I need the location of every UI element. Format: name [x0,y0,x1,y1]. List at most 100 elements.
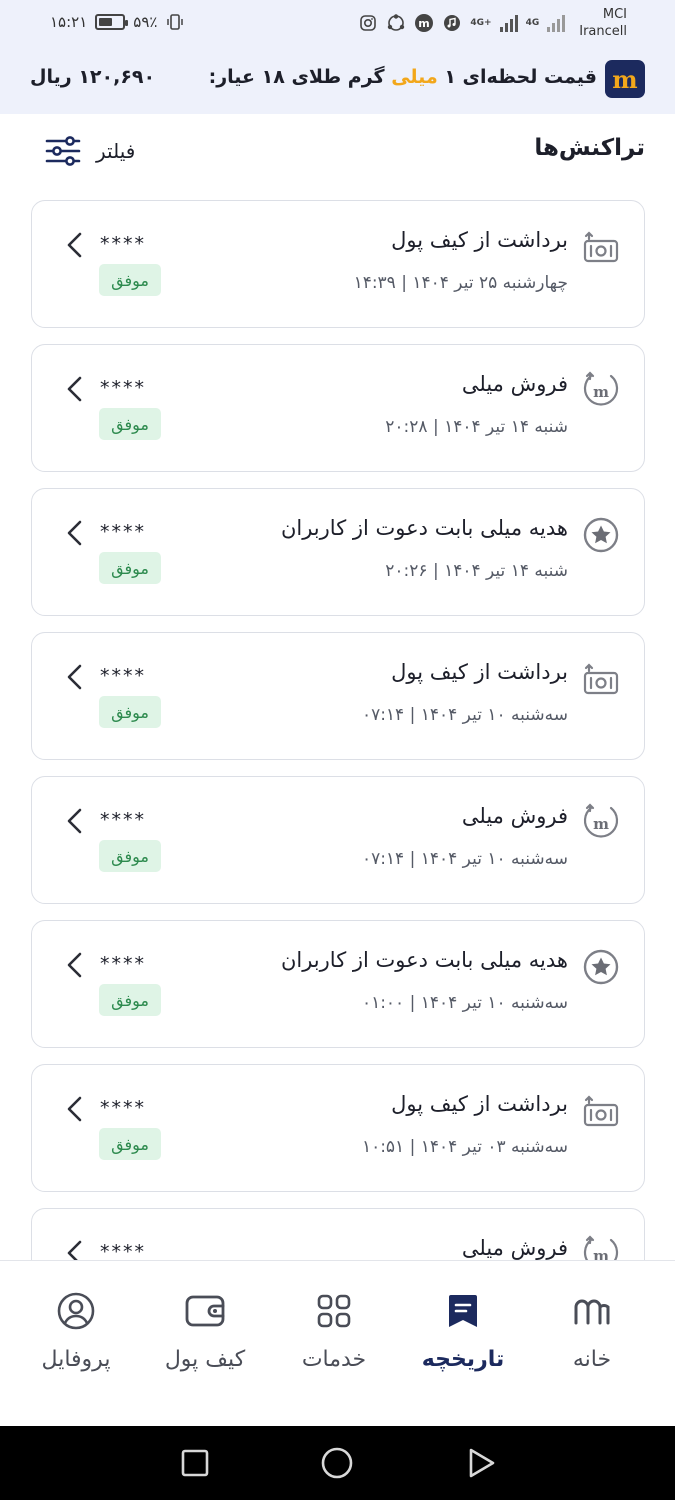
recent-apps-button[interactable] [178,1446,212,1480]
transaction-title: فروش میلی [461,804,568,828]
carrier-1: MCI [602,7,627,22]
svg-text:m: m [593,815,609,833]
transaction-title: برداشت از کیف پول [391,1092,568,1116]
transaction-amount: **** [100,953,146,975]
mili-app-icon: m [414,13,434,33]
chevron-left-icon[interactable] [64,951,86,979]
home-logo-icon [570,1289,614,1333]
transaction-date: شنبه ۱۴ تیر ۱۴۰۴ | ۲۰:۲۶ [385,561,568,581]
carrier-names: MCI Irancell [579,6,627,40]
status-badge: موفق [99,696,161,728]
transaction-title: هدیه میلی بابت دعوت از کاربران [280,948,568,972]
nav-label: تاریخچه [421,1347,505,1372]
battery-percent: ۵۹٪ [133,13,158,31]
status-badge: موفق [99,1128,161,1160]
battery-icon [95,14,129,30]
transaction-date: سه‌شنبه ۰۳ تیر ۱۴۰۴ | ۱۰:۵۱ [361,1137,568,1157]
gold-price-banner[interactable]: m قیمت لحظه‌ای ۱ میلی گرم طلای ۱۸ عیار: … [0,48,675,114]
svg-text:m: m [419,17,430,30]
instagram-icon [358,13,378,33]
chevron-left-icon[interactable] [64,1095,86,1123]
services-grid-icon [312,1289,356,1333]
cash-withdraw-icon [580,226,622,268]
chevron-left-icon[interactable] [64,519,86,547]
status-badge: موفق [99,552,161,584]
page-title: تراکنش‌ها [534,135,645,161]
transaction-amount: **** [100,1097,146,1119]
filter-button[interactable]: فیلتر [44,132,135,170]
vibrate-icon [165,12,185,32]
transaction-card[interactable]: برداشت از کیف پول چهارشنبه ۲۵ تیر ۱۴۰۴ | … [31,200,645,328]
logo-letter: m [612,64,638,94]
transaction-title: فروش میلی [461,1236,568,1260]
chevron-left-icon[interactable] [64,807,86,835]
network-type-1: 4G+ [470,17,492,28]
clock: ۱۵:۲۱ [50,13,88,31]
nav-item-home-logo[interactable]: خانه [539,1289,645,1372]
chevron-left-icon[interactable] [64,231,86,259]
home-button[interactable] [320,1446,354,1480]
back-button[interactable] [464,1446,498,1480]
mili-logo-icon: m [605,60,645,98]
status-badge: موفق [99,408,161,440]
transaction-amount: **** [100,809,146,831]
transaction-card[interactable]: برداشت از کیف پول سه‌شنبه ۱۰ تیر ۱۴۰۴ | ۰… [31,632,645,760]
chevron-left-icon[interactable] [64,375,86,403]
status-badge: موفق [99,984,161,1016]
svg-text:m: m [593,383,609,401]
transaction-title: هدیه میلی بابت دعوت از کاربران [280,516,568,540]
transaction-title: فروش میلی [461,372,568,396]
star-gift-icon [580,514,622,556]
nav-item-history[interactable]: تاریخچه [410,1289,516,1372]
transaction-list[interactable]: برداشت از کیف پول چهارشنبه ۲۵ تیر ۱۴۰۴ | … [31,200,645,1260]
price-label-end: گرم طلای ۱۸ عیار: [208,66,392,88]
star-gift-icon [580,946,622,988]
transaction-date: سه‌شنبه ۱۰ تیر ۱۴۰۴ | ۰۷:۱۴ [361,849,568,869]
mili-sell-icon: m [580,1234,622,1260]
carrier-2: Irancell [579,24,627,39]
nav-label: خانه [572,1347,612,1372]
filter-sliders-icon [44,132,82,170]
nav-label: پروفایل [41,1347,111,1372]
transaction-amount: **** [100,665,146,687]
bottom-navigation: خانه تاریخچه خدمات کیف پول پروفایل [0,1260,675,1426]
nav-item-profile[interactable]: پروفایل [23,1289,129,1372]
status-left: ۱۵:۲۱ ۵۹٪ [50,12,185,32]
transaction-amount: **** [100,1241,146,1260]
signal-strength-icon [499,14,518,32]
transaction-amount: **** [100,521,146,543]
chevron-left-icon[interactable] [64,663,86,691]
price-value: ۱۲۰,۶۹۰ ریال [30,66,156,88]
transaction-card[interactable]: m فروش میلی **** [31,1208,645,1260]
transaction-amount: **** [100,377,146,399]
transaction-card[interactable]: m فروش میلی سه‌شنبه ۱۰ تیر ۱۴۰۴ | ۰۷:۱۴ ***… [31,776,645,904]
nav-item-services-grid[interactable]: خدمات [281,1289,387,1372]
nav-label: خدمات [301,1347,367,1372]
system-navigation-bar [0,1426,675,1500]
nav-item-wallet[interactable]: کیف پول [152,1289,258,1372]
transaction-date: سه‌شنبه ۱۰ تیر ۱۴۰۴ | ۰۷:۱۴ [361,705,568,725]
cash-withdraw-icon [580,658,622,700]
price-label-start: قیمت لحظه‌ای ۱ [437,66,597,88]
status-bar: ۱۵:۲۱ ۵۹٪ m 4G+ 4G MCI Irancell [0,0,675,48]
battery-level-fill [99,18,113,26]
mili-sell-icon: m [580,802,622,844]
app-icon [386,13,406,33]
transaction-card[interactable]: برداشت از کیف پول سه‌شنبه ۰۳ تیر ۱۴۰۴ | ۱… [31,1064,645,1192]
transaction-date: سه‌شنبه ۱۰ تیر ۱۴۰۴ | ۰۱:۰۰ [361,993,568,1013]
history-icon [441,1289,485,1333]
chevron-left-icon[interactable] [64,1239,86,1260]
price-label-accent: میلی [391,66,438,88]
transaction-amount: **** [100,233,146,255]
transaction-card[interactable]: هدیه میلی بابت دعوت از کاربران شنبه ۱۴ تی… [31,488,645,616]
svg-text:m: m [593,1247,609,1260]
transaction-title: برداشت از کیف پول [391,228,568,252]
status-right: m 4G+ 4G MCI Irancell [358,6,627,40]
signal-strength-icon-2 [547,14,566,32]
transaction-date: شنبه ۱۴ تیر ۱۴۰۴ | ۲۰:۲۸ [385,417,568,437]
wallet-icon [183,1289,227,1333]
nav-label: کیف پول [164,1347,246,1372]
transaction-card[interactable]: m فروش میلی شنبه ۱۴ تیر ۱۴۰۴ | ۲۰:۲۸ **** مو… [31,344,645,472]
transaction-title: برداشت از کیف پول [391,660,568,684]
transaction-card[interactable]: هدیه میلی بابت دعوت از کاربران سه‌شنبه ۱۰… [31,920,645,1048]
